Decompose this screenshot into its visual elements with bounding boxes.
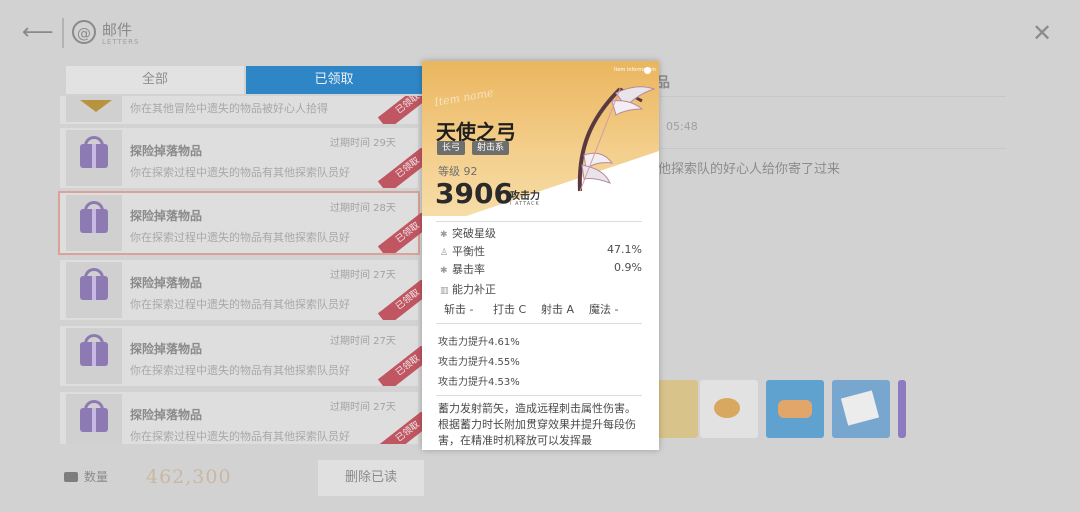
food-item-icon <box>778 400 812 418</box>
attachment-item[interactable] <box>832 380 890 438</box>
mail-thumbnail <box>66 96 122 122</box>
claimed-stamp: 已领取 <box>376 346 422 386</box>
game-screen: ⟵ @ 邮件 LETTERS ✕ 全部 已领取 你在其他冒险中遗失的物品被好心人… <box>0 0 1080 512</box>
stat-row-crit: ✱ 暴击率 0.9% <box>440 261 642 276</box>
info-dot-icon <box>644 67 651 74</box>
attachment-item[interactable] <box>700 380 758 438</box>
correction-shoot: 射击 A <box>541 303 575 316</box>
correction-magic: 魔法 - <box>589 303 619 316</box>
scroll-item-icon <box>840 390 880 426</box>
detail-divider <box>660 96 1006 97</box>
mail-expire: 过期时间 29天 <box>330 138 396 149</box>
card-divider <box>436 221 642 222</box>
weapon-class-tag: 射击系 <box>472 141 510 155</box>
gift-box-icon <box>80 334 108 366</box>
mail-count-label: 数量 <box>84 470 109 484</box>
claimed-stamp: 已领取 <box>376 280 422 320</box>
mail-title: 探险掉落物品 <box>130 342 203 356</box>
mail-description: 你在探索过程中遗失的物品有其他探索队员好 <box>130 298 350 311</box>
currency-amount: 462,300 <box>146 466 232 488</box>
correction-slash: 斩击 - <box>444 303 474 316</box>
claimed-stamp: 已领取 <box>376 96 422 124</box>
mail-expire: 过期时间 27天 <box>330 402 396 413</box>
weapon-type-tag: 长弓 <box>437 141 466 155</box>
mail-at-icon: @ <box>72 20 96 44</box>
delete-read-button[interactable]: 删除已读 <box>318 460 424 496</box>
back-arrow-icon[interactable]: ⟵ <box>22 20 54 46</box>
mail-thumbnail <box>66 130 122 186</box>
mail-count-icon <box>64 472 78 482</box>
food-item-icon <box>714 398 740 418</box>
mail-item-selected[interactable]: 探险掉落物品 过期时间 28天 你在探索过程中遗失的物品有其他探索队员好 已领取 <box>58 191 422 255</box>
weapon-info-card: Item information Item name 天使之弓 长弓 射击系 等… <box>422 61 659 450</box>
mail-item[interactable]: 探险掉落物品 过期时间 27天 你在探索过程中遗失的物品有其他探索队员好 已领取 <box>60 392 422 444</box>
card-divider <box>436 395 642 396</box>
mail-thumbnail <box>66 262 122 318</box>
balance-icon: ♙ <box>440 248 449 258</box>
page-subtitle: LETTERS <box>102 38 140 46</box>
gift-box-icon <box>80 268 108 300</box>
mail-description: 你在探索过程中遗失的物品有其他探索队员好 <box>130 364 350 377</box>
header-divider <box>62 18 64 48</box>
gift-box-icon <box>80 201 108 233</box>
mail-list[interactable]: 你在其他冒险中遗失的物品被好心人拾得 已领取 探险掉落物品 过期时间 29天 你… <box>56 96 422 444</box>
star-icon: ✱ <box>440 266 448 276</box>
claimed-stamp: 已领取 <box>376 148 422 188</box>
detail-body-text: 他探索队的好心人给你寄了过来 <box>658 162 841 177</box>
mail-expire: 过期时间 27天 <box>330 336 396 347</box>
bonus-line: 攻击力提升4.53% <box>438 377 520 388</box>
detail-divider <box>660 148 1006 149</box>
gift-box-icon <box>80 136 108 168</box>
mail-description: 你在探索过程中遗失的物品有其他探索队员好 <box>130 166 350 179</box>
chart-icon: ▥ <box>440 286 449 296</box>
mail-description: 你在探索过程中遗失的物品有其他探索队员好 <box>130 231 350 244</box>
angel-bow-icon <box>577 86 656 192</box>
bonus-line: 攻击力提升4.55% <box>438 357 520 368</box>
mail-title: 探险掉落物品 <box>130 408 203 422</box>
mail-item[interactable]: 探险掉落物品 过期时间 29天 你在探索过程中遗失的物品有其他探索队员好 已领取 <box>60 128 422 188</box>
mail-thumbnail <box>66 394 122 444</box>
gift-box-icon <box>80 400 108 432</box>
mail-item[interactable]: 探险掉落物品 过期时间 27天 你在探索过程中遗失的物品有其他探索队员好 已领取 <box>60 260 422 320</box>
mail-item[interactable]: 探险掉落物品 过期时间 27天 你在探索过程中遗失的物品有其他探索队员好 已领取 <box>60 326 422 386</box>
mail-title: 探险掉落物品 <box>130 209 203 223</box>
close-icon[interactable]: ✕ <box>1032 20 1052 46</box>
stat-row-balance: ♙ 平衡性 47.1% <box>440 243 642 258</box>
tab-claimed[interactable]: 已领取 <box>246 66 422 94</box>
mail-title: 探险掉落物品 <box>130 276 203 290</box>
claimed-stamp: 已领取 <box>376 412 422 444</box>
tab-all[interactable]: 全部 <box>66 66 244 94</box>
mail-description: 你在探索过程中遗失的物品有其他探索队员好 <box>130 430 350 443</box>
mail-expire: 过期时间 27天 <box>330 270 396 281</box>
stat-row-breakthrough: ✱ 突破星级 <box>440 227 496 240</box>
attack-label: 攻击力 <box>510 191 540 202</box>
page-title: 邮件 <box>102 21 133 39</box>
weapon-description: 蓄力发射箭矢，造成远程刺击属性伤害。根据蓄力时长附加贯穿效果并提升每段伤害，在精… <box>438 402 636 447</box>
mail-thumbnail <box>66 328 122 384</box>
gold-item-icon <box>80 100 112 112</box>
mail-description: 你在其他冒险中遗失的物品被好心人拾得 <box>130 102 328 115</box>
attachment-item[interactable] <box>766 380 824 438</box>
mail-expire: 过期时间 28天 <box>330 203 396 214</box>
claimed-stamp: 已领取 <box>376 213 422 253</box>
attack-sublabel: I ATTACK <box>510 201 540 207</box>
mail-title: 探险掉落物品 <box>130 144 203 158</box>
detail-date: 05:48 <box>666 120 698 133</box>
attack-value: 3906 <box>435 177 513 210</box>
stat-row-correction: ▥ 能力补正 <box>440 283 496 296</box>
star-icon: ✱ <box>440 230 448 240</box>
attachment-item[interactable] <box>898 380 906 438</box>
card-divider <box>436 323 642 324</box>
mail-thumbnail <box>66 195 122 251</box>
bonus-line: 攻击力提升4.61% <box>438 337 520 348</box>
correction-strike: 打击 C <box>493 303 527 316</box>
mail-item[interactable]: 你在其他冒险中遗失的物品被好心人拾得 已领取 <box>60 96 422 124</box>
